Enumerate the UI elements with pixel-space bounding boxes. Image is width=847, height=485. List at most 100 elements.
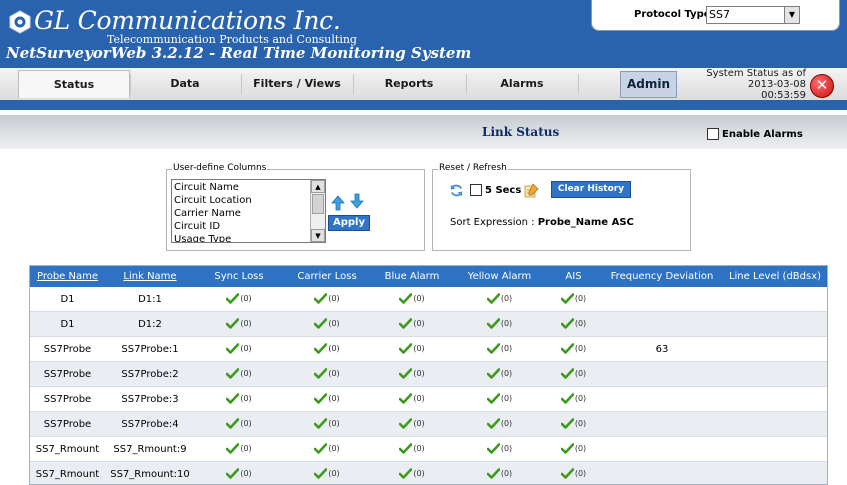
status-ok-check-icon: [487, 418, 500, 430]
status-ok-check-icon: [399, 318, 412, 330]
cell-link-name: D1:2: [105, 312, 195, 337]
status-ok-check-icon: [487, 468, 500, 480]
column-header-blue-alarm: Blue Alarm: [371, 266, 453, 287]
cell-blue-alarm: (0): [371, 462, 453, 485]
alarm-count: (0): [501, 369, 512, 378]
tab-filters-views[interactable]: Filters / Views: [243, 70, 351, 97]
enable-alarms-checkbox[interactable]: [707, 128, 719, 140]
status-ok-check-icon: [399, 418, 412, 430]
scroll-thumb[interactable]: [312, 194, 324, 214]
cell-line-level: [723, 337, 827, 362]
cell-probe-name: SS7Probe: [30, 412, 105, 437]
cell-link-name: SS7Probe:3: [105, 387, 195, 412]
table-row: SS7ProbeSS7Probe:2(0)(0)(0)(0)(0): [30, 362, 827, 387]
sort-expression-label: Sort Expression :: [450, 217, 535, 228]
cell-frequency-deviation: [601, 362, 723, 387]
alarm-count: (0): [575, 469, 586, 478]
chevron-down-icon[interactable]: ▼: [784, 7, 799, 23]
list-item[interactable]: Circuit ID: [174, 220, 252, 233]
column-header-line-level: Line Level (dBdsx): [723, 266, 827, 287]
status-ok-check-icon: [399, 293, 412, 305]
status-ok-check-icon: [399, 468, 412, 480]
protocol-type-select[interactable]: SS7 ▼: [706, 6, 800, 24]
scroll-down-icon[interactable]: ▼: [311, 229, 325, 242]
cell-probe-name: SS7Probe: [30, 362, 105, 387]
list-item[interactable]: Circuit Location: [174, 194, 252, 207]
cell-line-level: [723, 412, 827, 437]
alarm-count: (0): [328, 294, 339, 303]
alarm-count: (0): [328, 369, 339, 378]
title-band: Link Status Enable Alarms: [0, 115, 847, 149]
move-up-icon[interactable]: [331, 195, 345, 211]
column-header-carrier-loss: Carrier Loss: [283, 266, 371, 287]
status-ok-check-icon: [561, 393, 574, 405]
status-ok-check-icon: [314, 468, 327, 480]
status-ok-check-icon: [226, 443, 239, 455]
status-ok-check-icon: [226, 468, 239, 480]
status-ok-check-icon: [561, 443, 574, 455]
alarm-count: (0): [575, 294, 586, 303]
apply-button[interactable]: Apply: [328, 215, 370, 231]
alarm-count: (0): [413, 294, 424, 303]
cell-yellow-alarm: (0): [453, 412, 546, 437]
cell-frequency-deviation: [601, 412, 723, 437]
protocol-type-value: SS7: [709, 8, 730, 21]
cell-link-name: SS7_Rmount:10: [105, 462, 195, 485]
cell-yellow-alarm: (0): [453, 312, 546, 337]
cell-ais: (0): [546, 362, 601, 387]
cell-probe-name: D1: [30, 287, 105, 312]
cell-sync-loss: (0): [195, 412, 283, 437]
panel-legend: Reset / Refresh: [438, 163, 508, 173]
edit-icon[interactable]: [523, 182, 539, 198]
tab-data[interactable]: Data: [132, 70, 238, 97]
protocol-type-label: Protocol Type: [634, 9, 711, 20]
panel-legend: User-define Columns: [172, 163, 267, 173]
tab-status[interactable]: Status: [18, 70, 130, 98]
reset-refresh-panel: Reset / Refresh 5 Secs Clear History Sor…: [432, 169, 691, 251]
list-item[interactable]: Usage Type: [174, 233, 252, 243]
clear-history-button[interactable]: Clear History: [551, 181, 631, 198]
cell-carrier-loss: (0): [283, 312, 371, 337]
status-ok-check-icon: [399, 343, 412, 355]
scroll-up-icon[interactable]: ▲: [311, 180, 325, 193]
status-ok-check-icon: [561, 368, 574, 380]
alarm-count: (0): [575, 344, 586, 353]
cell-probe-name: SS7Probe: [30, 337, 105, 362]
cell-ais: (0): [546, 462, 601, 485]
column-header-probe-name[interactable]: Probe Name: [30, 266, 105, 287]
status-ok-check-icon: [226, 343, 239, 355]
alarm-count: (0): [413, 419, 424, 428]
alarm-count: (0): [501, 394, 512, 403]
close-icon[interactable]: ✕: [810, 74, 834, 98]
status-ok-check-icon: [561, 318, 574, 330]
system-status-date: 2013-03-08: [690, 79, 806, 90]
cell-sync-loss: (0): [195, 287, 283, 312]
listbox-scrollbar[interactable]: ▲ ▼: [310, 180, 325, 242]
alarm-count: (0): [328, 344, 339, 353]
status-ok-check-icon: [561, 468, 574, 480]
tab-reports[interactable]: Reports: [355, 70, 463, 97]
auto-refresh-checkbox[interactable]: [470, 184, 482, 196]
auto-refresh-toggle[interactable]: 5 Secs: [470, 184, 521, 196]
tab-alarms[interactable]: Alarms: [468, 70, 576, 97]
cell-ais: (0): [546, 387, 601, 412]
status-ok-check-icon: [226, 368, 239, 380]
cell-line-level: [723, 362, 827, 387]
column-header-link-name[interactable]: Link Name: [105, 266, 195, 287]
refresh-icon[interactable]: [449, 183, 464, 198]
alarm-count: (0): [575, 444, 586, 453]
alarm-count: (0): [501, 419, 512, 428]
list-item[interactable]: Circuit Name: [174, 181, 252, 194]
enable-alarms-toggle[interactable]: Enable Alarms: [707, 128, 803, 140]
tab-divider: [130, 74, 131, 94]
tab-admin[interactable]: Admin: [620, 71, 677, 98]
cell-sync-loss: (0): [195, 312, 283, 337]
table-row: D1D1:1(0)(0)(0)(0)(0): [30, 287, 827, 312]
cell-blue-alarm: (0): [371, 337, 453, 362]
status-ok-check-icon: [399, 443, 412, 455]
cell-link-name: SS7Probe:2: [105, 362, 195, 387]
list-item[interactable]: Carrier Name: [174, 207, 252, 220]
alarm-count: (0): [328, 444, 339, 453]
columns-listbox[interactable]: Circuit Name Circuit Location Carrier Na…: [171, 179, 326, 243]
move-down-icon[interactable]: [350, 193, 364, 209]
